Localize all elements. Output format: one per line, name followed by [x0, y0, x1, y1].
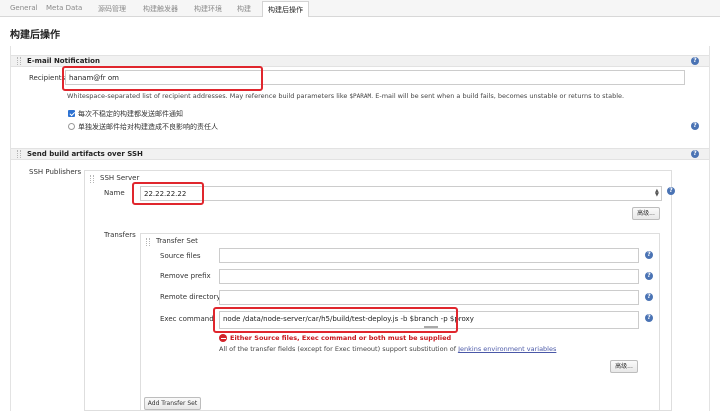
checkbox-individuals-label: 单独发送邮件给对构建造成不良影响的责任人 — [78, 123, 218, 131]
tab-build[interactable]: 构建 — [237, 4, 251, 14]
tab-general[interactable]: General — [10, 4, 38, 12]
tab-source-management[interactable]: 源码管理 — [98, 4, 126, 14]
jenkins-env-vars-link[interactable]: Jenkins environment variables — [458, 345, 556, 353]
help-icon[interactable]: ? — [645, 293, 653, 301]
ssh-section-title: Send build artifacts over SSH — [27, 150, 143, 158]
transfers-label: Transfers — [104, 231, 136, 239]
recipients-hint: Whitespace-separated list of recipient a… — [67, 92, 625, 100]
config-tab-bar: General Meta Data 源码管理 构建触发器 构建环境 构建 构建后… — [0, 0, 720, 17]
transfer-hint: All of the transfer fields (except for E… — [219, 345, 557, 353]
help-icon[interactable]: ? — [691, 122, 699, 130]
checkbox-individuals[interactable] — [68, 123, 75, 130]
page-title: 构建后操作 — [10, 30, 60, 41]
remove-prefix-label: Remove prefix — [160, 272, 211, 280]
recipients-label: Recipients — [29, 74, 66, 82]
help-icon[interactable]: ? — [691, 150, 699, 158]
textarea-resize-handle[interactable] — [424, 326, 438, 328]
recipients-input[interactable]: hanam@fr om — [65, 70, 685, 85]
source-files-input[interactable] — [219, 248, 639, 263]
drag-handle-icon[interactable] — [17, 150, 21, 158]
transfer-set-title: Transfer Set — [156, 237, 198, 245]
tab-post-build-actions[interactable]: 构建后操作 — [262, 1, 309, 17]
add-transfer-set-button[interactable]: Add Transfer Set — [144, 397, 201, 410]
email-section-header: E-mail Notification ? — [11, 55, 709, 67]
drag-handle-icon[interactable] — [146, 238, 150, 246]
tab-build-triggers[interactable]: 构建触发器 — [143, 4, 178, 14]
checkbox-every-unstable-label: 每次不稳定的构建都发送邮件通知 — [78, 110, 183, 118]
transfer-advanced-button[interactable]: 高级... — [610, 360, 638, 373]
help-icon[interactable]: ? — [645, 251, 653, 259]
name-label: Name — [104, 189, 125, 197]
drag-handle-icon[interactable] — [17, 57, 21, 65]
error-icon — [219, 334, 227, 342]
remote-directory-input[interactable] — [219, 290, 639, 305]
ssh-publishers-label: SSH Publishers — [29, 168, 82, 176]
help-icon[interactable]: ? — [691, 57, 699, 65]
server-advanced-button[interactable]: 高级... — [632, 207, 660, 220]
exec-error-message: Either Source files, Exec command or bot… — [230, 334, 452, 342]
ssh-server-title: SSH Server — [100, 174, 140, 182]
checkbox-every-unstable[interactable] — [68, 110, 75, 117]
drag-handle-icon[interactable] — [90, 175, 94, 183]
exec-command-label: Exec command — [160, 315, 214, 323]
help-icon[interactable]: ? — [645, 272, 653, 280]
tab-meta-data[interactable]: Meta Data — [46, 4, 82, 12]
remote-directory-label: Remote directory — [160, 293, 221, 301]
ssh-section-header: Send build artifacts over SSH ? — [11, 148, 709, 160]
email-section-title: E-mail Notification — [27, 57, 100, 65]
help-icon[interactable]: ? — [645, 314, 653, 322]
tab-build-environment[interactable]: 构建环境 — [194, 4, 222, 14]
select-arrows-icon: ▲ ▼ — [655, 188, 659, 198]
remove-prefix-input[interactable] — [219, 269, 639, 284]
ssh-server-name-select[interactable]: 22.22.22.22 — [140, 186, 662, 201]
source-files-label: Source files — [160, 252, 201, 260]
help-icon[interactable]: ? — [667, 187, 675, 195]
